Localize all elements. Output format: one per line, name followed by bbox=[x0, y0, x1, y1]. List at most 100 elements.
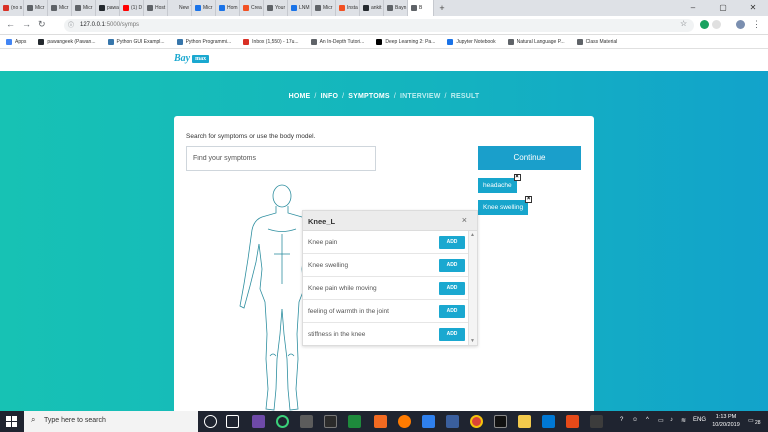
people-icon[interactable]: ☺ bbox=[632, 417, 638, 423]
app-icon[interactable] bbox=[590, 415, 603, 428]
python-icon[interactable] bbox=[446, 415, 459, 428]
browser-tab[interactable]: Host bbox=[144, 0, 168, 16]
browser-tab[interactable]: (no s bbox=[0, 0, 24, 16]
selected-symptom-chip: headache × bbox=[478, 174, 521, 193]
bookmark-item[interactable]: An In-Depth Tutori... bbox=[310, 38, 364, 45]
sublime-icon[interactable] bbox=[374, 415, 387, 428]
bookmark-item[interactable]: Python GUI Exampl... bbox=[107, 38, 165, 45]
tray-chevron-icon[interactable]: ^ bbox=[646, 417, 649, 423]
continue-button[interactable]: Continue bbox=[478, 146, 581, 170]
wifi-icon[interactable]: ≋ bbox=[681, 417, 686, 424]
maximize-button[interactable]: ▢ bbox=[708, 0, 738, 16]
bookmark-item[interactable]: Deep Learning 2: Pa... bbox=[376, 38, 435, 45]
taskbar-clock[interactable]: 1:13 PM 10/20/2019 bbox=[708, 413, 744, 429]
network-icon[interactable]: ▭ bbox=[658, 417, 664, 424]
vscode-icon[interactable] bbox=[422, 415, 435, 428]
step-home[interactable]: HOME bbox=[289, 93, 311, 100]
windows-start-icon[interactable] bbox=[6, 416, 17, 427]
step-separator: / bbox=[444, 93, 447, 100]
step-symptoms[interactable]: SYMPTOMS bbox=[348, 93, 390, 100]
bookmark-item[interactable]: Jupyter Notebook bbox=[447, 38, 496, 45]
baymax-logo[interactable]: Bay max bbox=[174, 53, 210, 64]
app-icon[interactable] bbox=[542, 415, 555, 428]
profile-avatar[interactable] bbox=[736, 20, 745, 29]
firefox-icon[interactable] bbox=[398, 415, 411, 428]
chrome-icon[interactable] bbox=[470, 415, 483, 428]
tab-favicon-icon bbox=[99, 5, 105, 11]
close-window-button[interactable]: ✕ bbox=[738, 0, 768, 16]
bookmark-item[interactable]: pawangeek (Pawan... bbox=[38, 38, 96, 45]
bookmark-item[interactable]: Natural Language P... bbox=[507, 38, 565, 45]
hero-section: HOME / INFO / SYMPTOMS / INTERVIEW / RESULT Sear… bbox=[0, 71, 768, 416]
info-icon[interactable]: ⓘ bbox=[68, 20, 74, 29]
help-icon[interactable]: ? bbox=[620, 417, 623, 423]
symptom-search-input[interactable] bbox=[186, 146, 376, 171]
bookmark-star-icon[interactable]: ☆ bbox=[680, 19, 687, 28]
close-icon[interactable]: × bbox=[462, 215, 467, 225]
step-info[interactable]: INFO bbox=[321, 93, 339, 100]
app-icon[interactable] bbox=[348, 415, 361, 428]
bookmark-item[interactable]: Inbox (1,550) - 17u... bbox=[243, 38, 299, 45]
tab-favicon-icon bbox=[123, 5, 129, 11]
minimize-button[interactable]: – bbox=[678, 0, 708, 16]
language-indicator[interactable]: ENG bbox=[693, 417, 706, 423]
forward-icon[interactable]: → bbox=[22, 19, 31, 29]
browser-tab[interactable]: LNM bbox=[288, 0, 312, 16]
grammarly-extension-icon[interactable] bbox=[700, 20, 709, 29]
tab-favicon-icon bbox=[267, 5, 273, 11]
browser-menu-icon[interactable]: ⋮ bbox=[752, 19, 761, 30]
add-button[interactable]: ADD bbox=[439, 236, 465, 249]
browser-tab[interactable]: ankit bbox=[360, 0, 384, 16]
url-input[interactable]: 127.0.0.1:5000/symps bbox=[64, 19, 694, 32]
add-button[interactable]: ADD bbox=[439, 305, 465, 318]
browser-tab[interactable]: (1) D bbox=[120, 0, 144, 16]
bookmark-item[interactable]: Python Programmi... bbox=[176, 38, 231, 45]
task-view-icon[interactable] bbox=[226, 415, 239, 428]
browser-tab[interactable]: Insta bbox=[336, 0, 360, 16]
bookmark-item[interactable]: Apps bbox=[6, 38, 26, 45]
cortana-icon[interactable] bbox=[204, 415, 217, 428]
browser-tab[interactable]: Micr bbox=[192, 0, 216, 16]
new-tab-button[interactable]: + bbox=[434, 3, 450, 13]
list-item: Knee swelling ADD bbox=[303, 254, 469, 277]
notification-center-icon[interactable]: ▭ bbox=[748, 417, 754, 424]
tab-label: (no s bbox=[11, 5, 23, 11]
file-explorer-icon[interactable] bbox=[518, 415, 531, 428]
remove-chip-icon[interactable]: × bbox=[525, 196, 533, 203]
add-button[interactable]: ADD bbox=[439, 282, 465, 295]
site-header: Bay max bbox=[0, 49, 768, 71]
app-icon[interactable] bbox=[252, 415, 265, 428]
popup-scrollbar[interactable]: ▲ ▼ bbox=[468, 231, 477, 345]
taskbar-search-box[interactable]: ⌕ Type here to search bbox=[24, 411, 198, 432]
scroll-down-icon[interactable]: ▼ bbox=[470, 338, 475, 344]
windows-taskbar: ⌕ Type here to search ? ☺ ^ ▭ ♪ ≋ ENG 1:… bbox=[0, 411, 768, 432]
bookmark-item[interactable]: Class Material bbox=[576, 38, 617, 45]
browser-tab[interactable]: New Tab bbox=[168, 0, 192, 16]
tab-label: LNM bbox=[299, 5, 310, 11]
extension-icon[interactable] bbox=[712, 20, 721, 29]
browser-tab[interactable]: Micr bbox=[72, 0, 96, 16]
app-icon[interactable] bbox=[566, 415, 579, 428]
app-icon[interactable] bbox=[276, 415, 289, 428]
volume-icon[interactable]: ♪ bbox=[670, 417, 673, 423]
back-icon[interactable]: ← bbox=[6, 19, 15, 29]
browser-tab[interactable]: Micr bbox=[48, 0, 72, 16]
browser-tab[interactable]: Hom bbox=[216, 0, 240, 16]
browser-tab[interactable]: Micr bbox=[312, 0, 336, 16]
browser-tab[interactable]: Bayn bbox=[384, 0, 408, 16]
browser-tab[interactable]: B bbox=[408, 0, 434, 16]
terminal-icon[interactable] bbox=[494, 415, 507, 428]
browser-tab[interactable]: Crea bbox=[240, 0, 264, 16]
browser-tab[interactable]: Your bbox=[264, 0, 288, 16]
add-button[interactable]: ADD bbox=[439, 259, 465, 272]
scroll-up-icon[interactable]: ▲ bbox=[470, 232, 475, 238]
add-button[interactable]: ADD bbox=[439, 328, 465, 341]
app-icon[interactable] bbox=[324, 415, 337, 428]
tab-label: B bbox=[419, 5, 423, 11]
browser-tab[interactable]: pawa bbox=[96, 0, 120, 16]
remove-chip-icon[interactable]: × bbox=[513, 174, 521, 181]
browser-tab[interactable]: Micr bbox=[24, 0, 48, 16]
app-icon[interactable] bbox=[300, 415, 313, 428]
reload-icon[interactable]: ↻ bbox=[38, 19, 46, 30]
bookmark-icon bbox=[310, 38, 317, 45]
